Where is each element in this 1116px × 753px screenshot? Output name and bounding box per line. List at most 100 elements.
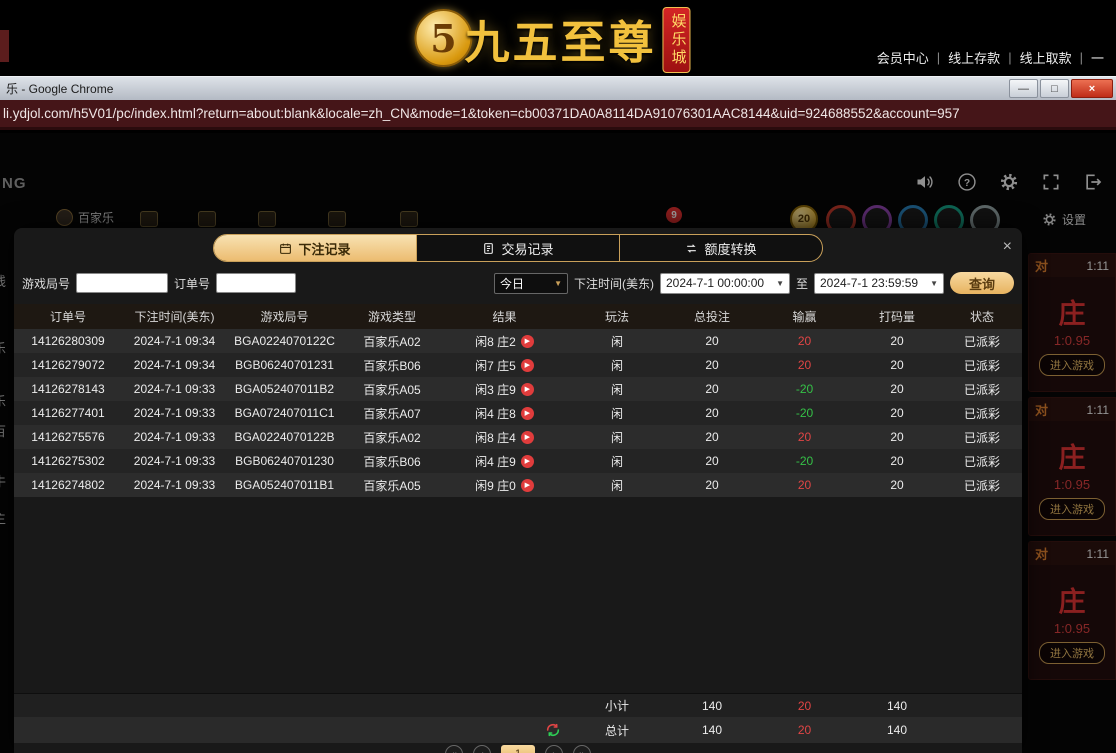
cell-order: 14126280309: [14, 329, 122, 353]
maximize-button[interactable]: □: [1040, 79, 1069, 98]
last-page-button[interactable]: »: [573, 745, 591, 753]
url-text[interactable]: li.ydjol.com/h5V01/pc/index.html?return=…: [3, 106, 960, 121]
range-value: 今日: [500, 275, 524, 292]
cell-bet: 20: [667, 473, 757, 497]
cell-status: 已派彩: [942, 329, 1022, 353]
replay-icon[interactable]: ▶: [521, 335, 534, 348]
tab-label: 下注记录: [298, 239, 350, 258]
subtotal-winloss: 20: [757, 694, 852, 717]
cell-play: 闲: [567, 377, 667, 401]
subtotal-row: 小计 140 20 140: [14, 693, 1022, 717]
cell-result: 闲4 庄9▶: [442, 449, 567, 473]
header-link-cutoff[interactable]: 一: [1091, 48, 1104, 67]
cell-type: 百家乐A05: [342, 377, 442, 401]
close-icon[interactable]: ×: [1003, 238, 1012, 256]
replay-icon[interactable]: ▶: [521, 479, 534, 492]
cell-round: BGA0224070122C: [227, 329, 342, 353]
replay-icon[interactable]: ▶: [521, 383, 534, 396]
cell-status: 已派彩: [942, 377, 1022, 401]
cell-time: 2024-7-1 09:33: [122, 401, 227, 425]
cell-play: 闲: [567, 449, 667, 473]
next-page-button[interactable]: ›: [545, 745, 563, 753]
range-select[interactable]: 今日 ▼: [494, 273, 568, 294]
cell-result: 闲3 庄9 ▶: [442, 377, 567, 401]
subtotal-label: 小计: [567, 694, 667, 717]
order-input[interactable]: [216, 273, 296, 293]
cell-time: 2024-7-1 09:34: [122, 353, 227, 377]
result-text: 闲3 庄9: [475, 381, 516, 398]
header-fragment: [0, 30, 9, 62]
round-input[interactable]: [76, 273, 168, 293]
replay-icon[interactable]: ▶: [521, 359, 534, 372]
table-row: 14126275302 2024-7-1 09:33 BGB0624070123…: [14, 449, 1022, 473]
cell-status: 已派彩: [942, 401, 1022, 425]
cell-time: 2024-7-1 09:33: [122, 425, 227, 449]
cell-type: 百家乐A02: [342, 425, 442, 449]
cell-winloss: -20: [757, 449, 852, 473]
cell-turnover: 20: [852, 353, 942, 377]
bet-time-label: 下注时间(美东): [574, 275, 654, 292]
total-winloss: 20: [757, 717, 852, 743]
tab-transfer[interactable]: 额度转换: [620, 235, 822, 261]
cell-bet: 20: [667, 377, 757, 401]
page-number[interactable]: 1: [501, 745, 535, 753]
browser-urlbar[interactable]: li.ydjol.com/h5V01/pc/index.html?return=…: [0, 100, 1116, 130]
header-link-member[interactable]: 会员中心: [877, 48, 929, 67]
brand-logo: 5 九五至尊 娱乐城: [414, 0, 690, 76]
cell-status: 已派彩: [942, 449, 1022, 473]
col-play: 玩法: [567, 304, 667, 329]
tab-label: 交易记录: [501, 239, 553, 258]
col-round: 游戏局号: [227, 304, 342, 329]
replay-icon[interactable]: ▶: [521, 407, 534, 420]
calendar-icon: [279, 242, 292, 255]
header-links: 会员中心 | 线上存款 | 线上取款 | 一: [877, 48, 1104, 67]
filter-bar: 游戏局号 订单号 今日 ▼ 下注时间(美东) 2024-7-1 00:00:00…: [22, 272, 1014, 294]
table-row: 14126277401 2024-7-1 09:33 BGA072407011C…: [14, 401, 1022, 425]
cell-bet: 20: [667, 401, 757, 425]
link-separator: |: [1008, 50, 1011, 65]
cell-type: 百家乐A02: [342, 329, 442, 353]
cell-round: BGA052407011B2: [227, 377, 342, 401]
minimize-button[interactable]: —: [1009, 79, 1038, 98]
cell-time: 2024-7-1 09:34: [122, 329, 227, 353]
first-page-button[interactable]: «: [445, 745, 463, 753]
header-link-withdraw[interactable]: 线上取款: [1020, 48, 1072, 67]
col-result: 结果: [442, 304, 567, 329]
close-window-button[interactable]: ×: [1071, 79, 1113, 98]
col-winloss: 输赢: [757, 304, 852, 329]
search-button[interactable]: 查询: [950, 272, 1014, 294]
cell-time: 2024-7-1 09:33: [122, 377, 227, 401]
cell-turnover: 20: [852, 449, 942, 473]
replay-icon[interactable]: ▶: [521, 431, 534, 444]
cell-bet: 20: [667, 353, 757, 377]
date-to-value: 2024-7-1 23:59:59: [820, 276, 918, 290]
cell-result: 闲8 庄2▶: [442, 329, 567, 353]
link-separator: |: [1080, 50, 1083, 65]
date-from-select[interactable]: 2024-7-1 00:00:00 ▼: [660, 273, 790, 294]
bet-records-modal: × 下注记录 交易记录 额度转换 游戏局号 订单号 今日: [14, 228, 1022, 753]
result-text: 闲9 庄0: [475, 477, 516, 494]
modal-tabs: 下注记录 交易记录 额度转换: [213, 234, 823, 262]
logo-badge: 娱乐城: [662, 7, 690, 73]
result-text: 闲4 庄8: [475, 405, 516, 422]
cell-time: 2024-7-1 09:33: [122, 449, 227, 473]
tab-transactions[interactable]: 交易记录: [417, 235, 620, 261]
replay-icon[interactable]: ▶: [521, 455, 534, 468]
cell-winloss: 20: [757, 425, 852, 449]
browser-titlebar: 乐 - Google Chrome — □ ×: [0, 76, 1116, 100]
date-to-select[interactable]: 2024-7-1 23:59:59 ▼: [814, 273, 944, 294]
cell-order: 14126278143: [14, 377, 122, 401]
cell-time: 2024-7-1 09:33: [122, 473, 227, 497]
col-order: 订单号: [14, 304, 122, 329]
table-row: 14126275576 2024-7-1 09:33 BGA0224070122…: [14, 425, 1022, 449]
refresh-icon[interactable]: [545, 722, 561, 738]
header-link-deposit[interactable]: 线上存款: [948, 48, 1000, 67]
to-label: 至: [796, 275, 808, 292]
cell-type: 百家乐B06: [342, 353, 442, 377]
cell-play: 闲: [567, 353, 667, 377]
round-filter-label: 游戏局号: [22, 275, 70, 292]
prev-page-button[interactable]: ‹: [473, 745, 491, 753]
tab-bet-records[interactable]: 下注记录: [214, 235, 417, 261]
chevron-down-icon: ▼: [930, 279, 938, 288]
cell-winloss: -20: [757, 377, 852, 401]
